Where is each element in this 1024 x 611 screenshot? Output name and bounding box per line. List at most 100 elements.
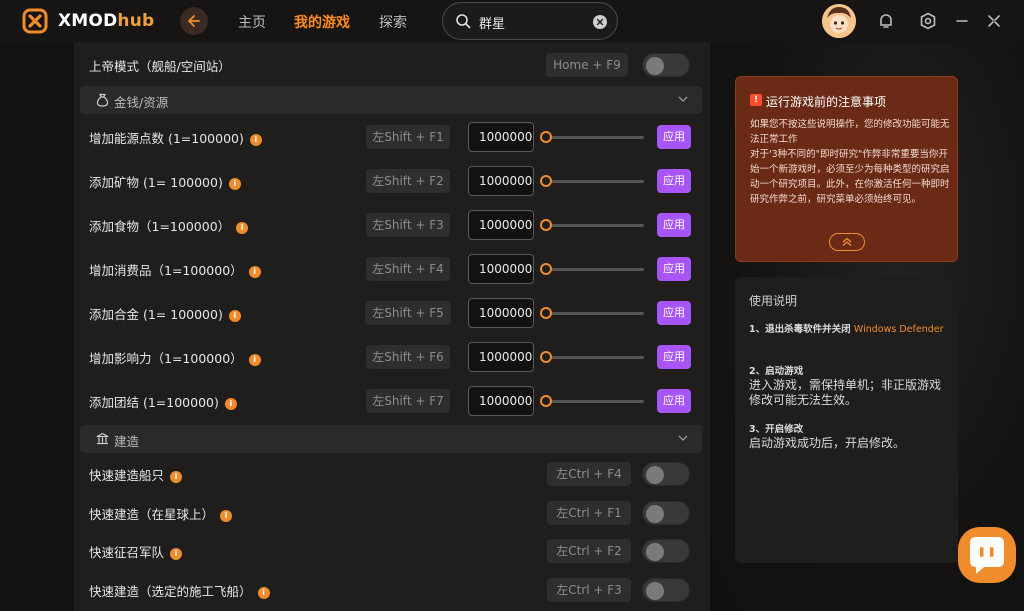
- value-input[interactable]: 1000000: [468, 298, 534, 328]
- fullscreen-icon[interactable]: [985, 12, 1003, 30]
- hotkey-badge[interactable]: Home + F9: [546, 53, 628, 77]
- cheat-label: 快速征召军队 i: [89, 542, 183, 561]
- guide-step-2-title: 2、启动游戏: [749, 366, 804, 377]
- hotkey-badge[interactable]: 左Ctrl + F4: [547, 462, 631, 486]
- brand-name: XMODhub: [58, 11, 155, 31]
- info-icon[interactable]: i: [170, 471, 183, 483]
- cheat-toggle[interactable]: [642, 539, 690, 563]
- apply-button[interactable]: 应用: [657, 301, 691, 325]
- god-mode-toggle[interactable]: [642, 53, 690, 77]
- hotkey-badge[interactable]: 左Ctrl + F2: [547, 539, 631, 563]
- cheat-row-build: 快速征召军队 i 左Ctrl + F2: [74, 536, 710, 566]
- value-slider[interactable]: [540, 219, 644, 231]
- clear-search-button[interactable]: [593, 15, 607, 29]
- cheat-label: 快速建造（选定的施工飞船） i: [89, 581, 270, 600]
- close-icon: [596, 18, 604, 26]
- value-input[interactable]: 1000000: [468, 122, 534, 152]
- section-header-build[interactable]: 建造: [80, 425, 702, 453]
- collapse-notice-button[interactable]: [829, 233, 865, 251]
- slider-thumb[interactable]: [540, 175, 552, 187]
- cheat-row-resource: 添加合金 (1= 100000) i 左Shift + F5 1000000 应用: [74, 298, 710, 328]
- value-slider[interactable]: [540, 175, 644, 187]
- info-icon[interactable]: i: [248, 354, 261, 366]
- minimize-icon[interactable]: [953, 12, 971, 30]
- hotkey-badge[interactable]: 左Shift + F1: [366, 125, 450, 149]
- cheat-toggle[interactable]: [642, 578, 690, 602]
- info-icon[interactable]: i: [257, 587, 270, 599]
- apply-button[interactable]: 应用: [657, 169, 691, 193]
- hotkey-badge[interactable]: 左Shift + F6: [366, 345, 450, 369]
- info-icon[interactable]: i: [170, 548, 183, 560]
- apply-button[interactable]: 应用: [657, 125, 691, 149]
- hotkey-badge[interactable]: 左Shift + F7: [366, 389, 450, 413]
- slider-thumb[interactable]: [540, 219, 552, 231]
- cheat-row-build: 快速建造船只 i 左Ctrl + F4: [74, 459, 710, 489]
- chat-assistant-button[interactable]: [958, 527, 1016, 583]
- hotkey-badge[interactable]: 左Ctrl + F1: [547, 501, 631, 525]
- settings-icon[interactable]: [919, 12, 937, 30]
- notification-icon[interactable]: [877, 12, 895, 30]
- value-slider[interactable]: [540, 263, 644, 275]
- slider-thumb[interactable]: [540, 395, 552, 407]
- cheat-label: 快速建造船只 i: [89, 465, 183, 484]
- xmod-logo-icon: [22, 8, 48, 34]
- value-input[interactable]: 1000000: [468, 254, 534, 284]
- search-input[interactable]: [479, 12, 589, 32]
- back-button[interactable]: [180, 7, 208, 35]
- apply-button[interactable]: 应用: [657, 213, 691, 237]
- info-icon[interactable]: i: [248, 266, 261, 278]
- cheat-row-god-mode: 上帝模式（舰船/空间站） Home + F9: [74, 50, 710, 80]
- arrow-left-icon: [188, 15, 200, 27]
- slider-thumb[interactable]: [540, 131, 552, 143]
- cheat-row-resource: 增加影响力（1=100000） i 左Shift + F6 1000000 应用: [74, 342, 710, 372]
- hotkey-badge[interactable]: 左Ctrl + F3: [547, 578, 631, 602]
- money-bag-icon: [96, 93, 109, 107]
- value-input[interactable]: 1000000: [468, 210, 534, 240]
- info-icon[interactable]: i: [249, 134, 262, 146]
- cheat-row-resource: 添加矿物 (1= 100000) i 左Shift + F2 1000000 应用: [74, 166, 710, 196]
- apply-button[interactable]: 应用: [657, 345, 691, 369]
- value-input[interactable]: 1000000: [468, 166, 534, 196]
- nav-explore[interactable]: 探索: [379, 12, 407, 32]
- info-icon[interactable]: i: [228, 178, 241, 190]
- slider-thumb[interactable]: [540, 307, 552, 319]
- hotkey-badge[interactable]: 左Shift + F2: [366, 169, 450, 193]
- info-icon[interactable]: i: [236, 222, 249, 234]
- value-input[interactable]: 1000000: [468, 342, 534, 372]
- value-input[interactable]: 1000000: [468, 386, 534, 416]
- value-slider[interactable]: [540, 307, 644, 319]
- slider-thumb[interactable]: [540, 351, 552, 363]
- cheat-row-resource: 添加团结 (1=100000) i 左Shift + F7 1000000 应用: [74, 386, 710, 416]
- info-icon[interactable]: i: [228, 310, 241, 322]
- hotkey-badge[interactable]: 左Shift + F5: [365, 301, 451, 325]
- cheat-label: 增加能源点数 (1=100000) i: [89, 128, 262, 147]
- hotkey-badge[interactable]: 左Shift + F4: [366, 257, 450, 281]
- section-title: 建造: [114, 434, 140, 449]
- cheat-label: 快速建造（在星球上） i: [89, 504, 233, 523]
- cheat-label: 添加矿物 (1= 100000) i: [89, 172, 241, 191]
- cheat-toggle[interactable]: [642, 462, 690, 486]
- top-bar: XMODhub 主页 我的游戏 探索: [0, 0, 1024, 42]
- info-icon[interactable]: i: [224, 398, 237, 410]
- section-header-money[interactable]: 金钱/资源: [80, 86, 702, 114]
- info-icon[interactable]: i: [220, 510, 233, 522]
- hotkey-badge[interactable]: 左Shift + F3: [366, 213, 450, 237]
- nav-home[interactable]: 主页: [238, 12, 266, 32]
- building-icon: [96, 432, 109, 445]
- chat-bot-icon: [970, 537, 1004, 574]
- apply-button[interactable]: 应用: [657, 389, 691, 413]
- value-slider[interactable]: [540, 131, 644, 143]
- cheat-toggle[interactable]: [642, 501, 690, 525]
- search-icon: [456, 14, 471, 29]
- notice-body: 如果您不按这些说明操作，您的修改功能可能无法正常工作 对于'3种不同的"即时研究…: [750, 119, 950, 205]
- guide-step-2-body: 进入游戏，需保持单机；非正版游戏修改可能无法生效。: [749, 378, 942, 407]
- avatar[interactable]: [822, 4, 856, 38]
- cheat-row-resource: 添加食物（1=100000） i 左Shift + F3 1000000 应用: [74, 210, 710, 240]
- nav-my-games[interactable]: 我的游戏: [294, 12, 350, 32]
- slider-thumb[interactable]: [540, 263, 552, 275]
- notice-card: ! 运行游戏前的注意事项 如果您不按这些说明操作，您的修改功能可能无法正常工作 …: [735, 76, 958, 262]
- value-slider[interactable]: [540, 351, 644, 363]
- value-slider[interactable]: [540, 395, 644, 407]
- apply-button[interactable]: 应用: [657, 257, 691, 281]
- chevron-double-up-icon: [842, 237, 852, 247]
